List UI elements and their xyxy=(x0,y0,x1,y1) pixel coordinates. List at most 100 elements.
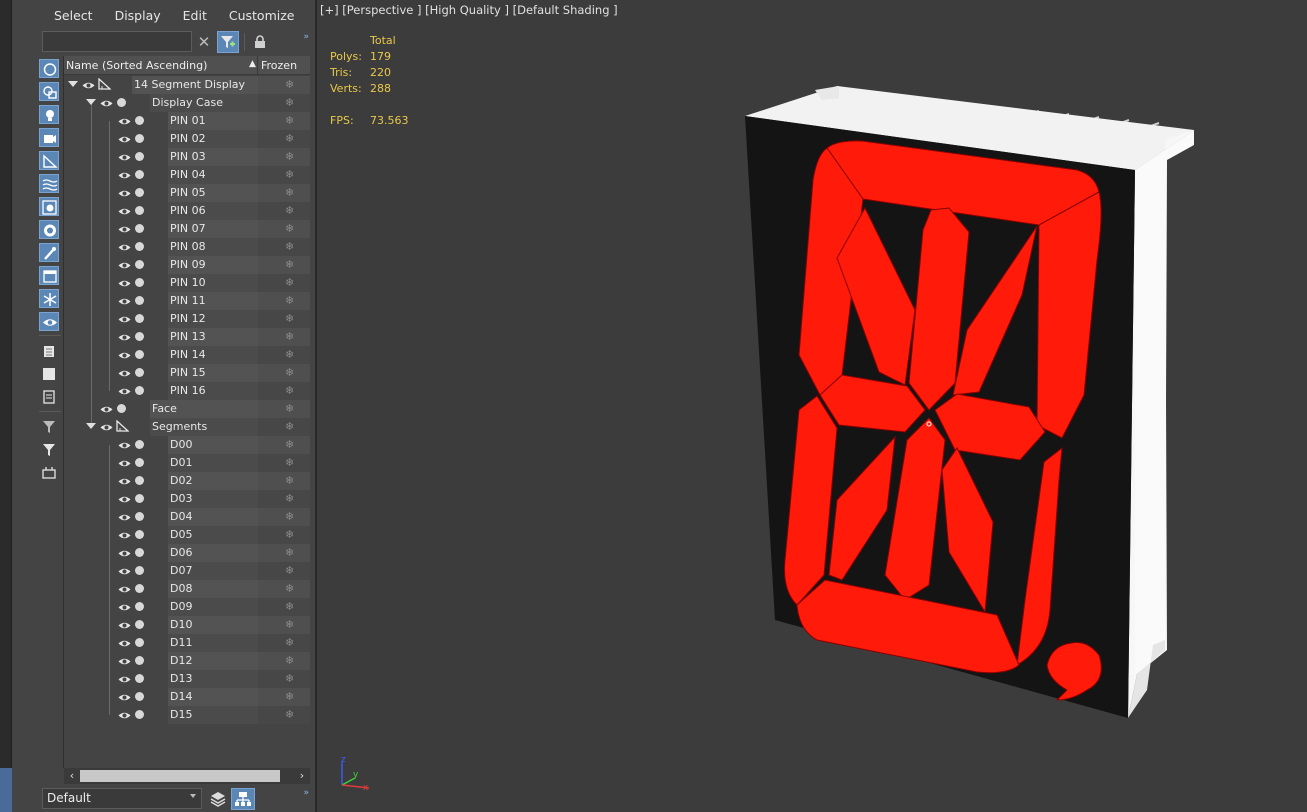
tree-row[interactable]: D15 ❄ xyxy=(64,706,310,724)
eye-icon[interactable] xyxy=(118,566,131,575)
eye-icon[interactable] xyxy=(118,134,131,143)
filter-selection-button[interactable] xyxy=(39,417,59,436)
tree-row[interactable]: D02 ❄ xyxy=(64,472,310,490)
scroll-right-icon[interactable]: › xyxy=(296,769,308,783)
menu-edit[interactable]: Edit xyxy=(171,8,217,23)
frozen-cell[interactable] xyxy=(258,472,310,490)
tree-row[interactable]: D09 ❄ xyxy=(64,598,310,616)
frozen-cell[interactable] xyxy=(258,202,310,220)
eye-icon[interactable] xyxy=(118,206,131,215)
eye-icon[interactable] xyxy=(118,368,131,377)
eye-icon[interactable] xyxy=(100,98,113,107)
filter-lights-button[interactable] xyxy=(39,105,59,124)
eye-icon[interactable] xyxy=(118,332,131,341)
expand-arrows-icon[interactable]: » xyxy=(303,32,309,42)
snowflake-icon[interactable]: ❄ xyxy=(285,564,294,577)
snowflake-icon[interactable]: ❄ xyxy=(285,150,294,163)
tree-row[interactable]: D14 ❄ xyxy=(64,688,310,706)
snowflake-icon[interactable]: ❄ xyxy=(285,456,294,469)
chevron-down-icon[interactable] xyxy=(190,794,196,798)
frozen-cell[interactable] xyxy=(258,220,310,238)
tree-row[interactable]: PIN 09 ❄ xyxy=(64,256,310,274)
display-none-button[interactable] xyxy=(39,365,59,384)
eye-icon[interactable] xyxy=(100,422,113,431)
tree-row[interactable]: PIN 05 ❄ xyxy=(64,184,310,202)
frozen-cell[interactable] xyxy=(258,166,310,184)
frozen-cell[interactable] xyxy=(258,382,310,400)
filter-geometry-button[interactable] xyxy=(39,59,59,78)
snowflake-icon[interactable]: ❄ xyxy=(285,312,294,325)
snowflake-icon[interactable]: ❄ xyxy=(285,708,294,721)
tree-row[interactable]: PIN 16 ❄ xyxy=(64,382,310,400)
frozen-cell[interactable] xyxy=(258,436,310,454)
search-input[interactable] xyxy=(42,31,192,52)
frozen-cell[interactable] xyxy=(258,130,310,148)
menu-customize[interactable]: Customize xyxy=(217,8,305,23)
frozen-cell[interactable] xyxy=(258,292,310,310)
tree-row[interactable]: PIN 13 ❄ xyxy=(64,328,310,346)
eye-icon[interactable] xyxy=(118,170,131,179)
frozen-cell[interactable] xyxy=(258,238,310,256)
frozen-cell[interactable] xyxy=(258,400,310,418)
expand-arrow-icon[interactable] xyxy=(86,99,96,105)
snowflake-icon[interactable]: ❄ xyxy=(285,366,294,379)
frozen-cell[interactable] xyxy=(258,508,310,526)
layer-explorer-button[interactable] xyxy=(208,789,228,809)
clear-search-button[interactable]: ✕ xyxy=(196,33,212,51)
frozen-cell[interactable] xyxy=(258,418,310,436)
filter-frozen-button[interactable] xyxy=(39,289,59,308)
tree-row[interactable]: PIN 03 ❄ xyxy=(64,148,310,166)
eye-icon[interactable] xyxy=(82,80,95,89)
eye-icon[interactable] xyxy=(118,710,131,719)
snowflake-icon[interactable]: ❄ xyxy=(285,276,294,289)
snowflake-icon[interactable]: ❄ xyxy=(285,186,294,199)
frozen-cell[interactable] xyxy=(258,616,310,634)
tree-row[interactable]: PIN 15 ❄ xyxy=(64,364,310,382)
filter-cameras-button[interactable] xyxy=(39,128,59,147)
eye-icon[interactable] xyxy=(118,260,131,269)
snowflake-icon[interactable]: ❄ xyxy=(285,600,294,613)
tree-row[interactable]: PIN 14 ❄ xyxy=(64,346,310,364)
tree-row[interactable]: PIN 12 ❄ xyxy=(64,310,310,328)
layer-dropdown[interactable]: Default xyxy=(42,788,202,809)
frozen-cell[interactable] xyxy=(258,328,310,346)
tree-row[interactable]: D08 ❄ xyxy=(64,580,310,598)
tree-row[interactable]: PIN 01 ❄ xyxy=(64,112,310,130)
eye-icon[interactable] xyxy=(100,404,113,413)
expand-arrows-icon[interactable]: » xyxy=(303,788,309,798)
frozen-cell[interactable] xyxy=(258,454,310,472)
snowflake-icon[interactable]: ❄ xyxy=(285,654,294,667)
sort-ascending-icon[interactable]: ▲ xyxy=(249,59,256,69)
frozen-cell[interactable] xyxy=(258,346,310,364)
eye-icon[interactable] xyxy=(118,512,131,521)
frozen-cell[interactable] xyxy=(258,274,310,292)
filter-plain-button[interactable] xyxy=(39,440,59,459)
snowflake-icon[interactable]: ❄ xyxy=(285,618,294,631)
snowflake-icon[interactable]: ❄ xyxy=(285,222,294,235)
snowflake-icon[interactable]: ❄ xyxy=(285,690,294,703)
frozen-cell[interactable] xyxy=(258,94,310,112)
snowflake-icon[interactable]: ❄ xyxy=(285,636,294,649)
eye-icon[interactable] xyxy=(118,656,131,665)
filter-containers-button[interactable] xyxy=(39,266,59,285)
filter-shapes-button[interactable] xyxy=(39,82,59,101)
snowflake-icon[interactable]: ❄ xyxy=(285,330,294,343)
horizontal-scrollbar[interactable]: ‹ › xyxy=(64,768,310,784)
tree-row[interactable]: D12 ❄ xyxy=(64,652,310,670)
column-name-header[interactable]: Name (Sorted Ascending) xyxy=(66,59,207,72)
eye-icon[interactable] xyxy=(118,350,131,359)
eye-icon[interactable] xyxy=(118,620,131,629)
snowflake-icon[interactable]: ❄ xyxy=(285,258,294,271)
tree-row[interactable]: D13 ❄ xyxy=(64,670,310,688)
snowflake-icon[interactable]: ❄ xyxy=(285,510,294,523)
snowflake-icon[interactable]: ❄ xyxy=(285,546,294,559)
frozen-cell[interactable] xyxy=(258,670,310,688)
eye-icon[interactable] xyxy=(118,440,131,449)
frozen-cell[interactable] xyxy=(258,76,310,94)
eye-icon[interactable] xyxy=(118,476,131,485)
snowflake-icon[interactable]: ❄ xyxy=(285,420,294,433)
tree-row[interactable]: D07 ❄ xyxy=(64,562,310,580)
menu-select[interactable]: Select xyxy=(42,8,103,23)
frozen-cell[interactable] xyxy=(258,112,310,130)
tree-row[interactable]: PIN 04 ❄ xyxy=(64,166,310,184)
